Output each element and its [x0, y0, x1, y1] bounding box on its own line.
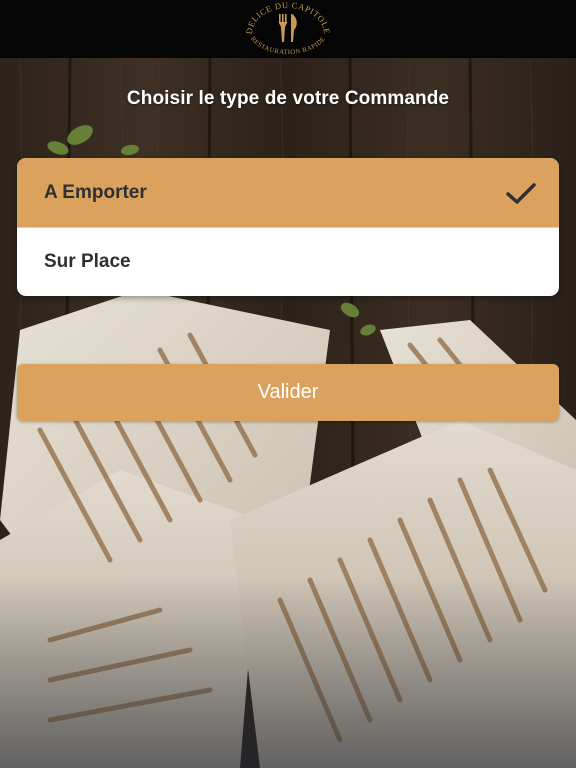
checkmark-icon	[506, 183, 536, 204]
option-a-emporter[interactable]: A Emporter	[17, 158, 559, 227]
logo-text-bottom: RESTAURATION RAPIDE	[249, 36, 326, 56]
page-title: Choisir le type de votre Commande	[126, 88, 450, 109]
option-sur-place[interactable]: Sur Place	[17, 227, 559, 296]
order-type-list: A Emporter Sur Place	[17, 158, 559, 296]
option-label: A Emporter	[44, 181, 147, 203]
logo-text-top: DELICE DU CAPITOLE	[244, 0, 332, 35]
svg-text:RESTAURATION RAPIDE: RESTAURATION RAPIDE	[249, 36, 327, 56]
option-label: Sur Place	[44, 251, 131, 272]
valider-button[interactable]: Valider	[17, 364, 559, 421]
svg-text:DELICE DU CAPITOLE: DELICE DU CAPITOLE	[244, 0, 332, 35]
order-type-screen: DELICE DU CAPITOLE RESTAURATION RAPIDE C…	[0, 0, 576, 768]
fork-knife-logo-icon: DELICE DU CAPITOLE RESTAURATION RAPIDE	[244, 0, 332, 56]
app-header: DELICE DU CAPITOLE RESTAURATION RAPIDE	[0, 0, 576, 58]
